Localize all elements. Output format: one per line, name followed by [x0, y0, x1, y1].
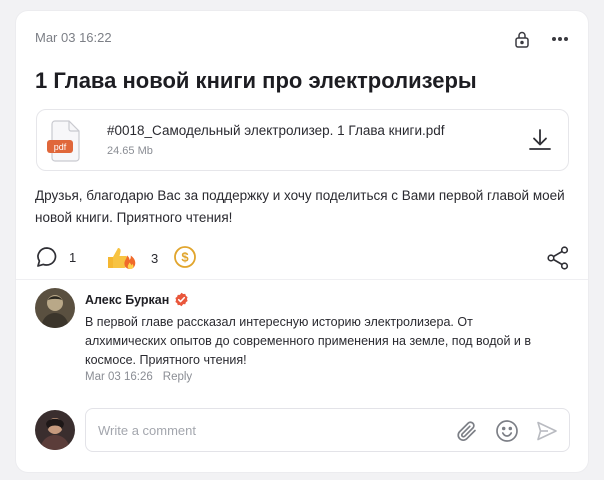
post-card: Mar 03 16:22 1 Глава новой книги про эле…	[16, 11, 588, 472]
post-body: Друзья, благодарю Вас за поддержку и хоч…	[35, 188, 565, 225]
comments-count: 1	[69, 249, 77, 265]
thumbs-up-fire-icon	[108, 248, 136, 269]
pdf-type-label: pdf	[54, 142, 67, 152]
verified-badge-icon	[175, 292, 188, 307]
comment-composer	[35, 408, 570, 452]
donate-action[interactable]: $	[173, 245, 197, 269]
post-actions: 1 3 $	[35, 245, 570, 271]
comment-meta: Mar 03 16:26 Reply	[85, 371, 192, 383]
attachment-file-name[interactable]: #0018_Самодельный электролизер. 1 Глава …	[107, 122, 445, 140]
comment-author-name[interactable]: Алекс Буркан	[85, 293, 169, 307]
comment-input[interactable]	[98, 409, 438, 451]
send-icon[interactable]	[535, 419, 559, 443]
reply-button[interactable]: Reply	[163, 371, 192, 383]
share-icon[interactable]	[546, 245, 570, 271]
lock-icon[interactable]	[512, 29, 532, 49]
current-user-avatar[interactable]	[35, 410, 75, 450]
comment-author-avatar[interactable]	[35, 288, 75, 328]
paperclip-icon[interactable]	[455, 419, 479, 443]
reactions-action[interactable]: 3	[105, 245, 158, 271]
pdf-attachment[interactable]: pdf #0018_Самодельный электролизер. 1 Гл…	[36, 109, 569, 171]
comment-text: В первой главе рассказал интересную исто…	[85, 315, 531, 367]
reactions-count: 3	[151, 250, 159, 266]
comment-time: Mar 03 16:26	[85, 371, 153, 383]
comment-box	[85, 408, 570, 452]
post-title: 1 Глава новой книги про электролизеры	[35, 68, 477, 93]
header-actions	[512, 29, 570, 49]
svg-text:$: $	[181, 250, 189, 265]
attachment-file-size: 24.65 Mb	[107, 145, 153, 157]
download-icon[interactable]	[526, 126, 554, 154]
smiley-icon[interactable]	[495, 419, 519, 443]
comments-action[interactable]: 1	[35, 245, 76, 269]
comment-box-actions	[455, 419, 559, 443]
comments-divider	[16, 279, 588, 280]
more-icon[interactable]	[550, 29, 570, 49]
comment-icon	[37, 247, 57, 267]
dollar-coin-icon: $	[174, 246, 196, 268]
pdf-file-icon: pdf	[47, 120, 80, 162]
comment-author[interactable]: Алекс Буркан	[85, 292, 189, 307]
post-date: Mar 03 16:22	[35, 30, 112, 45]
post-header: Mar 03 16:22	[35, 30, 570, 50]
